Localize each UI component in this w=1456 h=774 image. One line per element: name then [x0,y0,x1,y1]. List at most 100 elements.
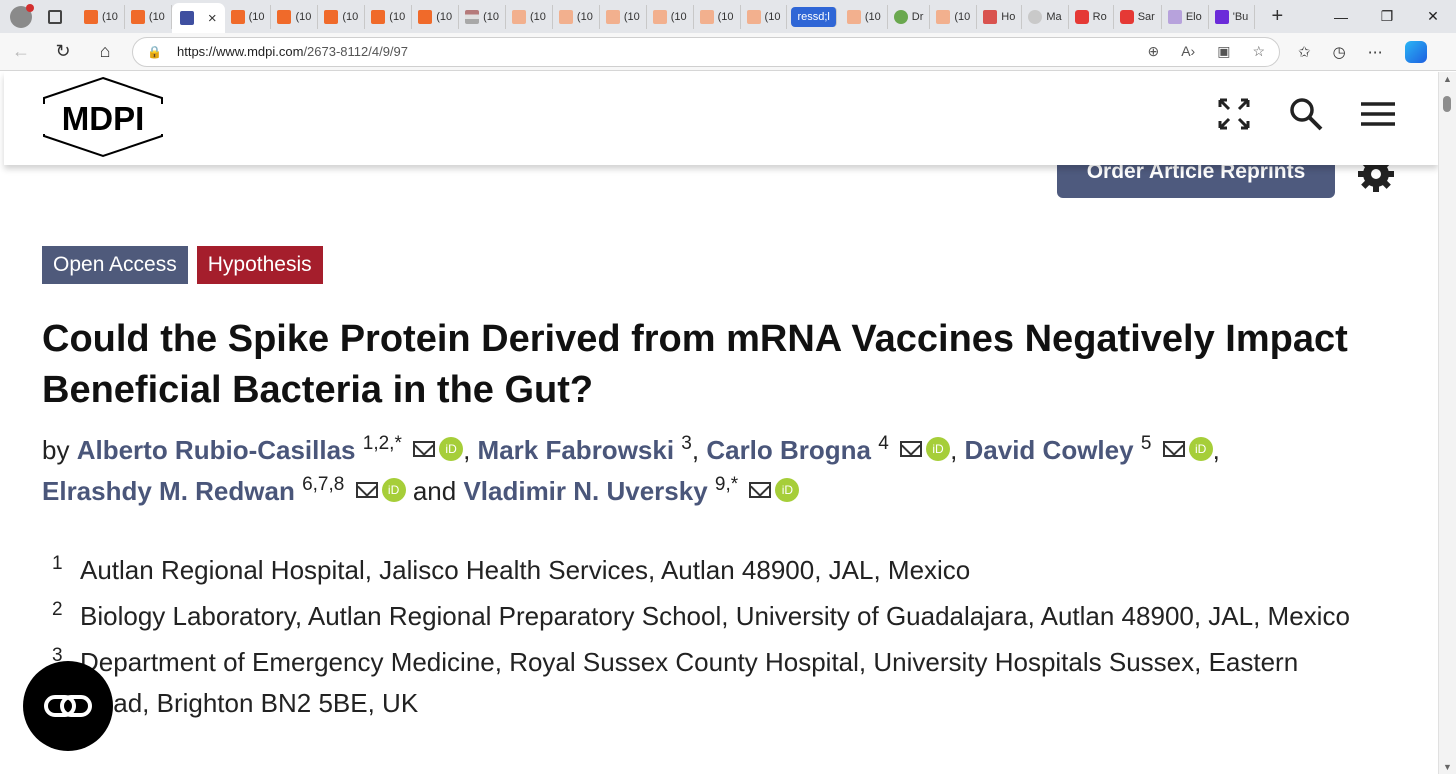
window-controls: — ❐ ✕ [1318,0,1456,33]
author-name-link[interactable]: Carlo Brogna [706,435,871,465]
affiliation-number: 2 [52,599,63,620]
orcid-icon[interactable]: iD [775,478,800,502]
tab-actions-icon[interactable] [48,9,62,24]
browser-tab[interactable]: (10 [647,4,694,29]
browser-tab[interactable]: Ro [1069,4,1114,29]
author-affiliation-sup: 1,2,* [362,433,402,454]
favorites-icon[interactable]: ✩ [1298,43,1311,61]
zoom-icon[interactable]: ⊕ [1147,43,1159,60]
browser-tab[interactable]: (10 [125,4,172,29]
tab-label: ressd;l [797,10,830,23]
author-name-link[interactable]: Alberto Rubio-Casillas [77,435,356,465]
email-icon[interactable] [1162,441,1185,457]
scroll-up-arrow-icon[interactable]: ▲ [1443,74,1452,84]
browser-tab[interactable]: (10 [318,4,366,29]
substack-icon [84,9,98,24]
new-tab-button[interactable]: + [1265,5,1289,28]
substack-icon [512,9,527,24]
tab-label: (10 [954,10,971,23]
tab-close-icon[interactable]: × [208,10,217,27]
browser-tab[interactable]: Ma [1022,4,1069,29]
minimize-button[interactable]: — [1318,9,1364,25]
orcid-icon[interactable]: iD [381,478,406,502]
browser-tab[interactable]: (10 [225,4,272,29]
orcid-icon[interactable]: iD [1188,437,1213,461]
browser-tab[interactable]: (10 [600,4,647,29]
restore-button[interactable]: ❐ [1364,8,1410,25]
author-name-link[interactable]: Mark Fabrowski [478,435,675,465]
page-viewport: MDPI Order Article Reprints Open Access … [0,72,1438,774]
open-access-badge[interactable]: Open Access [42,246,188,284]
substack-icon [418,9,433,24]
browser-tab[interactable]: (10 [412,4,460,29]
tab-label: (10 [389,10,406,23]
email-icon[interactable] [355,482,378,498]
browser-tab[interactable]: (10 [841,4,888,29]
reload-button[interactable]: ↻ [42,33,84,71]
email-icon[interactable] [413,441,436,457]
substack-icon [936,9,951,24]
tab-label: Dr [911,10,924,23]
orcid-icon[interactable]: iD [439,437,464,461]
browser-tab[interactable]: Ho [977,4,1023,29]
floating-action-button[interactable] [23,661,113,751]
browser-tab[interactable]: × [171,3,225,33]
flag-icon [465,9,480,24]
substack-icon [130,9,145,24]
browser-toolbar: ← ↻ ⌂ 🔒 https://www.mdpi.com/2673-8112/4… [0,33,1456,71]
search-icon[interactable] [1288,96,1324,132]
fullscreen-icon[interactable] [1216,96,1252,132]
browser-tab[interactable]: (10 [365,4,413,29]
tab-label: Elo [1185,10,1202,23]
tab-label: Sar [1137,10,1155,23]
substack-icon [230,9,245,24]
browser-tab[interactable]: (10 [271,4,319,29]
back-button[interactable]: ← [0,33,42,71]
author-name-link[interactable]: Elrashdy M. Redwan [42,476,295,506]
yahoo-icon [1214,9,1229,24]
browser-tab[interactable]: (10 [506,4,553,29]
read-aloud-icon[interactable]: A› [1181,43,1195,60]
browser-tab[interactable]: ressd;l [791,6,837,27]
tab-label: (10 [248,10,265,23]
browser-tab[interactable]: Sar [1114,4,1162,29]
author-list: by Alberto Rubio-Casillas 1,2,* iD, Mark… [42,433,1220,506]
profile-avatar-icon[interactable] [10,3,34,28]
browser-tab-strip: (10 (10 × (10 (10 (10 (10 (10 (10 (10 (10 (10 (10 (10… [0,0,1456,33]
favorite-star-icon[interactable]: ☆ [1252,43,1265,60]
browser-tab[interactable]: (10 [459,4,507,29]
copilot-icon[interactable] [1404,40,1427,63]
lock-icon[interactable]: 🔒 [147,45,162,59]
email-icon[interactable] [900,441,923,457]
substack-icon [746,9,761,24]
tab-label: (10 [342,10,359,23]
scroll-down-arrow-icon[interactable]: ▼ [1443,762,1452,772]
browser-tab[interactable]: Dr [888,4,931,29]
immersive-reader-icon[interactable]: ▣ [1217,43,1230,60]
home-button[interactable]: ⌂ [84,33,126,71]
history-icon[interactable]: ◷ [1333,43,1346,61]
tab-label: (10 [295,10,312,23]
author-name-link[interactable]: Vladimir N. Uversky [463,476,707,506]
browser-tab[interactable]: (10 [553,4,600,29]
browser-tab[interactable]: 'Bu [1209,4,1256,29]
hamburger-menu-icon[interactable] [1360,96,1396,132]
tab-label: (10 [436,10,453,23]
browser-tab[interactable]: (10 [78,4,125,29]
tab-label: (10 [530,10,546,23]
page-scrollbar[interactable]: ▲ ▼ [1438,72,1456,774]
and-label: and [412,476,457,506]
address-bar[interactable]: 🔒 https://www.mdpi.com/2673-8112/4/9/97 … [132,36,1280,67]
orcid-icon[interactable]: iD [926,437,951,461]
browser-tab[interactable]: (10 [930,4,978,29]
article-title: Could the Spike Protein Derived from mRN… [42,318,1348,411]
browser-tab[interactable]: Elo [1162,4,1209,29]
browser-tab[interactable]: (10 [694,4,741,29]
mdpi-logo[interactable]: MDPI [40,76,166,158]
browser-tab[interactable]: (10 [741,4,788,29]
more-menu-icon[interactable]: ⋯ [1368,43,1383,61]
email-icon[interactable] [749,482,772,498]
author-name-link[interactable]: David Cowley [965,435,1134,465]
close-window-button[interactable]: ✕ [1410,8,1456,25]
scrollbar-thumb[interactable] [1443,96,1451,112]
